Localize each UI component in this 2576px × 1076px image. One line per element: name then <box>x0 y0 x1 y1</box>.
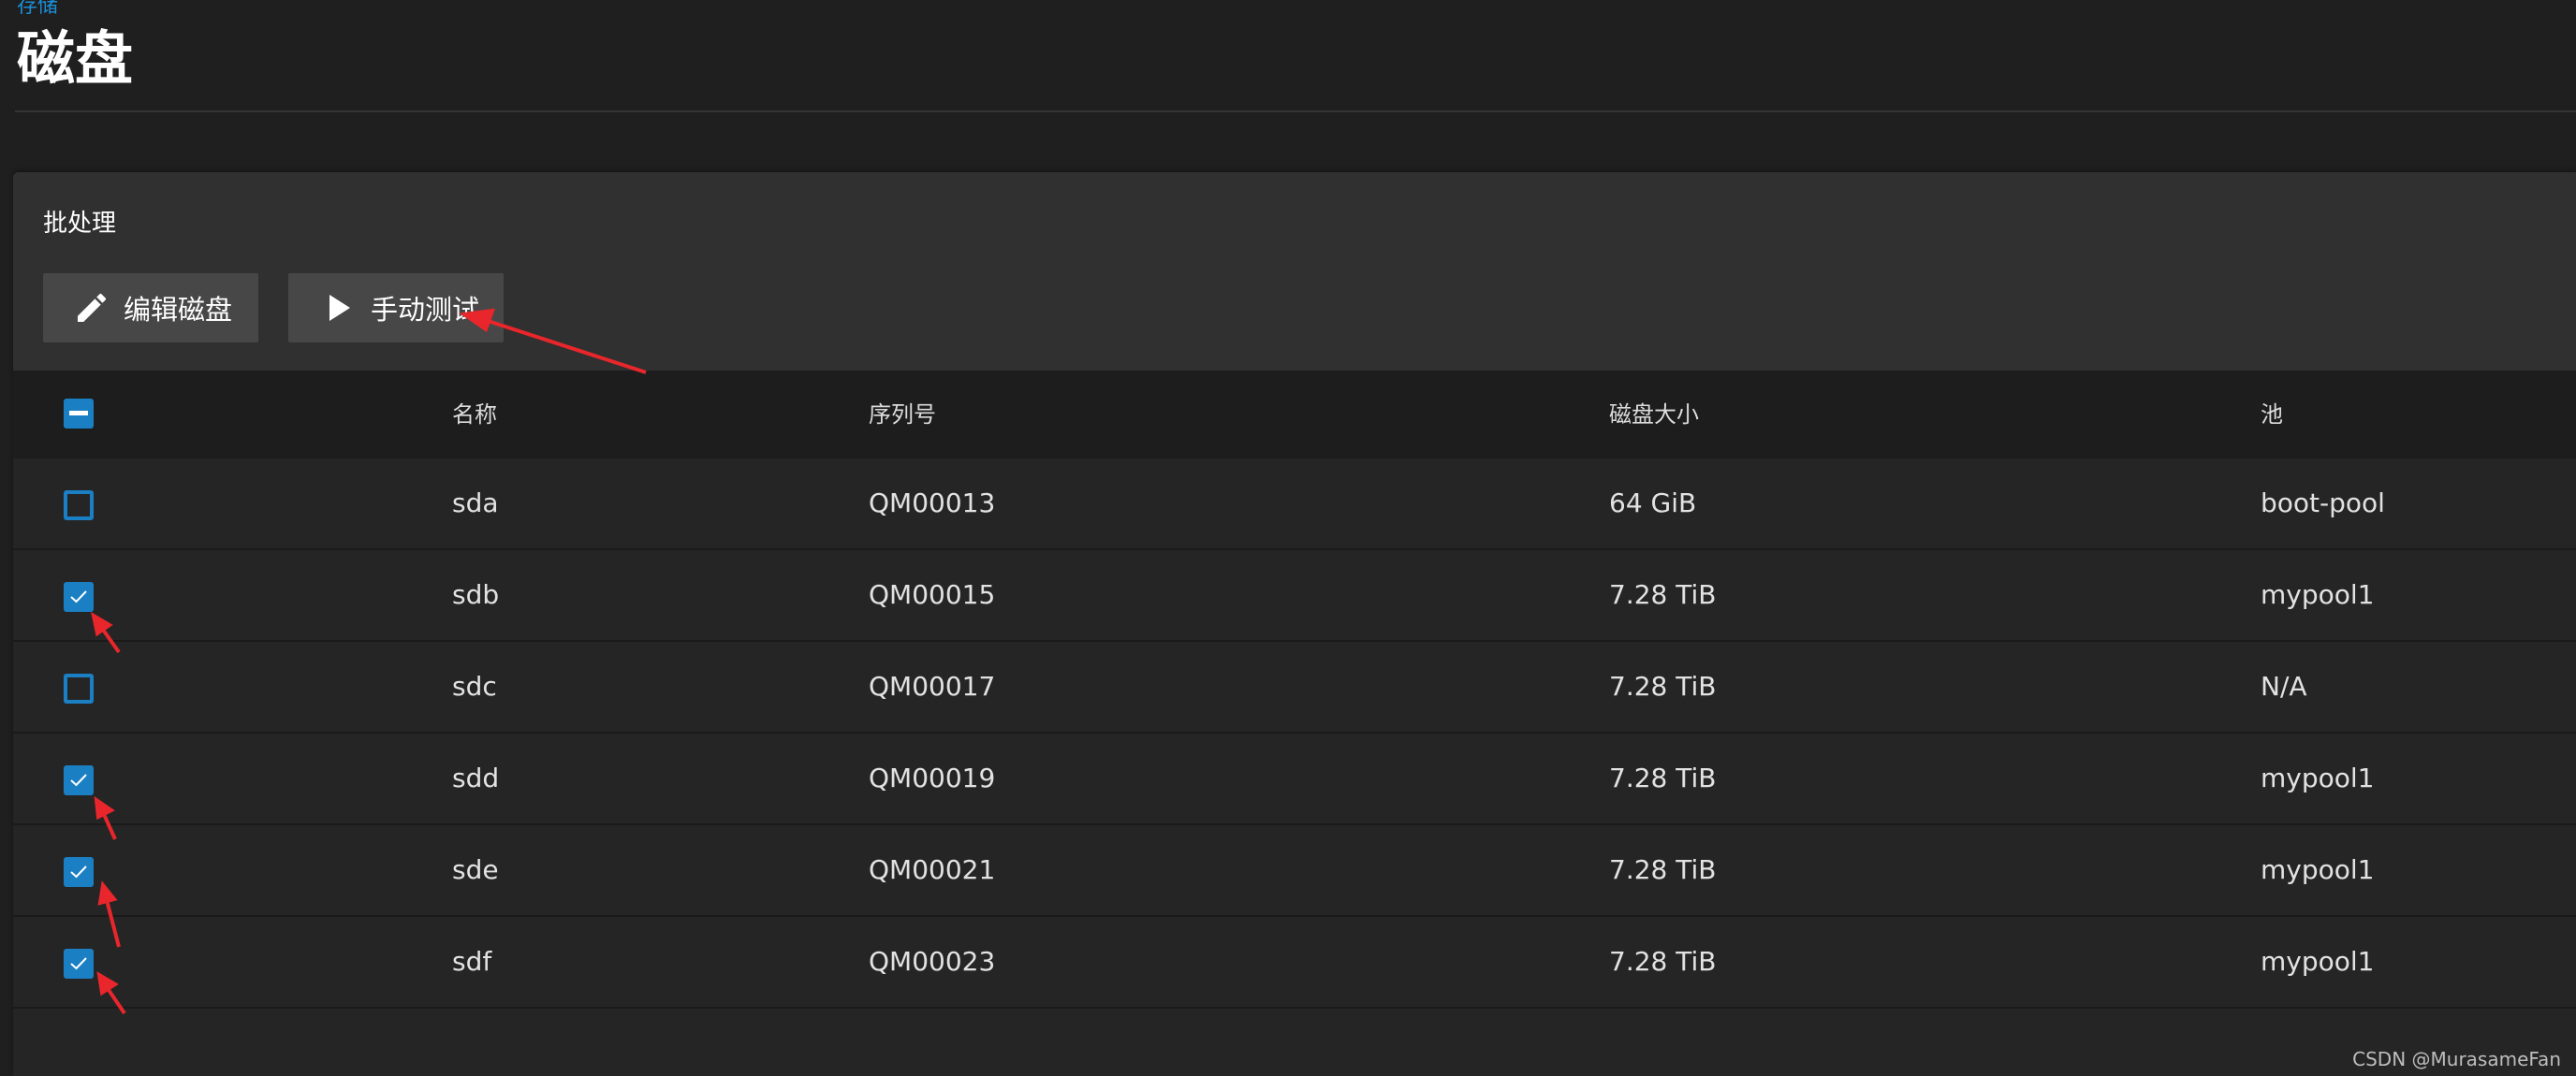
edit-disks-button[interactable]: 编辑磁盘 <box>43 273 258 342</box>
batch-operations-panel: 批处理 编辑磁盘 手动测试 <box>13 172 2576 371</box>
pencil-icon <box>73 289 110 327</box>
table-row[interactable]: sdb QM00015 7.28 TiB mypool1 <box>13 550 2576 642</box>
manual-test-label: 手动测试 <box>371 294 480 326</box>
disk-name: sdc <box>452 671 497 702</box>
header-pool[interactable]: 池 <box>2261 399 2283 430</box>
table-header-row: 名称 序列号 磁盘大小 池 <box>13 371 2576 458</box>
checkmark-icon <box>70 865 87 879</box>
disk-size: 7.28 TiB <box>1609 854 1717 885</box>
header-name[interactable]: 名称 <box>452 399 497 430</box>
disk-name: sdd <box>452 763 500 793</box>
select-all-checkbox[interactable] <box>64 399 94 429</box>
minus-icon <box>69 411 88 415</box>
disks-card: 批处理 编辑磁盘 手动测试 名称 序列号 磁盘大小 池 sda QM00013 … <box>13 172 2576 1076</box>
play-icon <box>328 294 352 322</box>
checkmark-icon <box>70 957 87 970</box>
row-checkbox[interactable] <box>64 857 94 887</box>
watermark: CSDN @MurasameFan <box>2352 1048 2561 1070</box>
disk-pool: boot-pool <box>2261 487 2385 518</box>
disk-size: 7.28 TiB <box>1609 671 1717 702</box>
row-checkbox[interactable] <box>64 490 94 520</box>
disk-size: 7.28 TiB <box>1609 763 1717 793</box>
disk-serial: QM00019 <box>869 763 996 793</box>
row-checkbox[interactable] <box>64 674 94 704</box>
disk-name: sde <box>452 854 499 885</box>
page-title: 磁盘 <box>17 24 134 93</box>
disk-name: sdf <box>452 946 492 977</box>
table-row[interactable]: sdf QM00023 7.28 TiB mypool1 <box>13 917 2576 1009</box>
disk-serial: QM00015 <box>869 579 996 610</box>
header-divider <box>15 110 2576 112</box>
disk-pool: mypool1 <box>2261 579 2375 610</box>
disk-pool: mypool1 <box>2261 763 2375 793</box>
edit-disks-label: 编辑磁盘 <box>124 294 233 326</box>
row-checkbox[interactable] <box>64 949 94 979</box>
disk-pool: N/A <box>2261 671 2307 702</box>
disk-name: sda <box>452 487 499 518</box>
table-row[interactable]: sdd QM00019 7.28 TiB mypool1 <box>13 734 2576 825</box>
row-checkbox[interactable] <box>64 582 94 612</box>
table-row[interactable]: sda QM00013 64 GiB boot-pool <box>13 458 2576 550</box>
batch-operations-title: 批处理 <box>43 210 117 238</box>
disk-size: 64 GiB <box>1609 487 1697 518</box>
header-size[interactable]: 磁盘大小 <box>1609 399 1699 430</box>
disk-pool: mypool1 <box>2261 854 2375 885</box>
row-checkbox[interactable] <box>64 765 94 795</box>
breadcrumb-storage[interactable]: 存储 <box>17 0 58 19</box>
disk-name: sdb <box>452 579 500 610</box>
disk-pool: mypool1 <box>2261 946 2375 977</box>
disk-size: 7.28 TiB <box>1609 946 1717 977</box>
disk-serial: QM00021 <box>869 854 996 885</box>
disks-page: 存储 磁盘 批处理 编辑磁盘 手动测试 名称 序列号 磁盘大小 池 sda QM… <box>0 0 2576 1076</box>
disk-serial: QM00017 <box>869 671 996 702</box>
checkmark-icon <box>70 590 87 603</box>
manual-test-button[interactable]: 手动测试 <box>288 273 504 342</box>
disk-size: 7.28 TiB <box>1609 579 1717 610</box>
table-row[interactable]: sde QM00021 7.28 TiB mypool1 <box>13 825 2576 917</box>
disk-table-body: sda QM00013 64 GiB boot-pool sdb QM00015… <box>13 458 2576 1009</box>
disk-serial: QM00023 <box>869 946 996 977</box>
checkmark-icon <box>70 774 87 787</box>
table-row[interactable]: sdc QM00017 7.28 TiB N/A <box>13 642 2576 734</box>
disk-serial: QM00013 <box>869 487 996 518</box>
header-serial[interactable]: 序列号 <box>869 399 936 430</box>
